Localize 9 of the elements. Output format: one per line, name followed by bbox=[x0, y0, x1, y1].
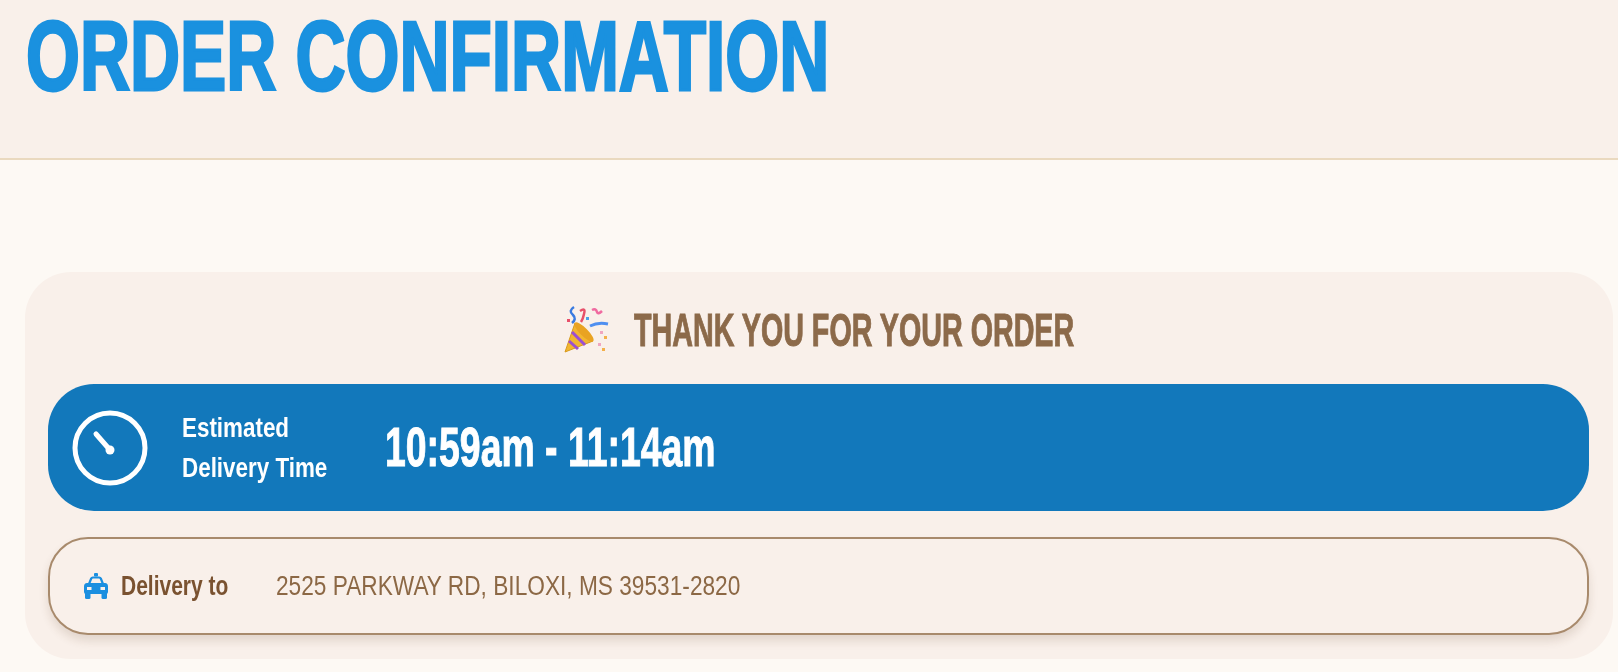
page-title: ORDER CONFIRMATION bbox=[26, 6, 830, 105]
thank-you-heading: THANK YOU FOR YOUR ORDER bbox=[634, 305, 1075, 355]
clock-icon bbox=[72, 409, 148, 486]
car-icon bbox=[82, 572, 110, 600]
estimated-delivery-label: Estimated Delivery Time bbox=[182, 410, 329, 485]
party-popper-icon bbox=[562, 305, 611, 355]
delivery-to-label: Delivery to bbox=[121, 569, 229, 603]
delivery-time-range: 10:59am - 11:14am bbox=[385, 417, 716, 478]
delivery-address: 2525 PARKWAY RD, BILOXI, MS 39531-2820 bbox=[276, 569, 741, 603]
